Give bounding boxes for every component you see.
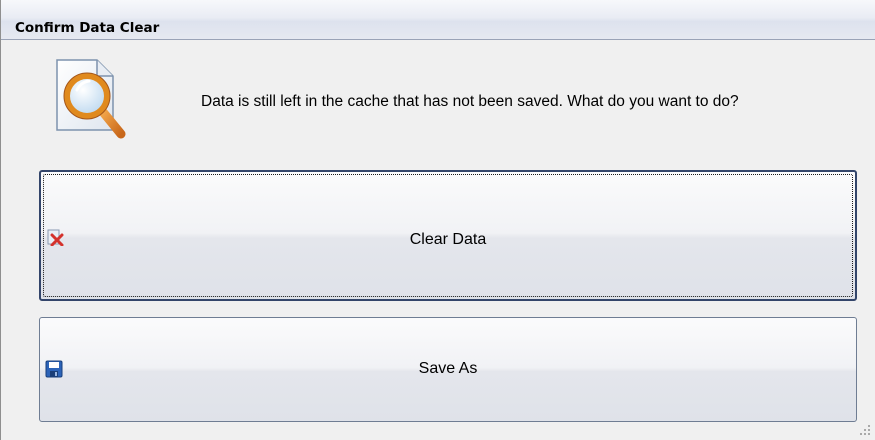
save-as-label: Save As — [418, 360, 478, 377]
resize-grip-icon[interactable] — [857, 422, 871, 436]
clear-data-icon — [47, 229, 64, 246]
confirmation-message: Data is still left in the cache that has… — [201, 93, 739, 110]
window-title: Confirm Data Clear — [15, 20, 160, 36]
document-magnifier-icon — [56, 59, 126, 139]
title-bar[interactable]: Confirm Data Clear — [1, 0, 875, 40]
clear-data-button[interactable]: Clear Data — [39, 170, 857, 301]
save-as-button[interactable]: Save As — [39, 317, 857, 422]
confirm-data-clear-dialog: Confirm Data Clear Data is still left in… — [0, 0, 875, 440]
clear-data-label: Clear Data — [409, 231, 487, 248]
